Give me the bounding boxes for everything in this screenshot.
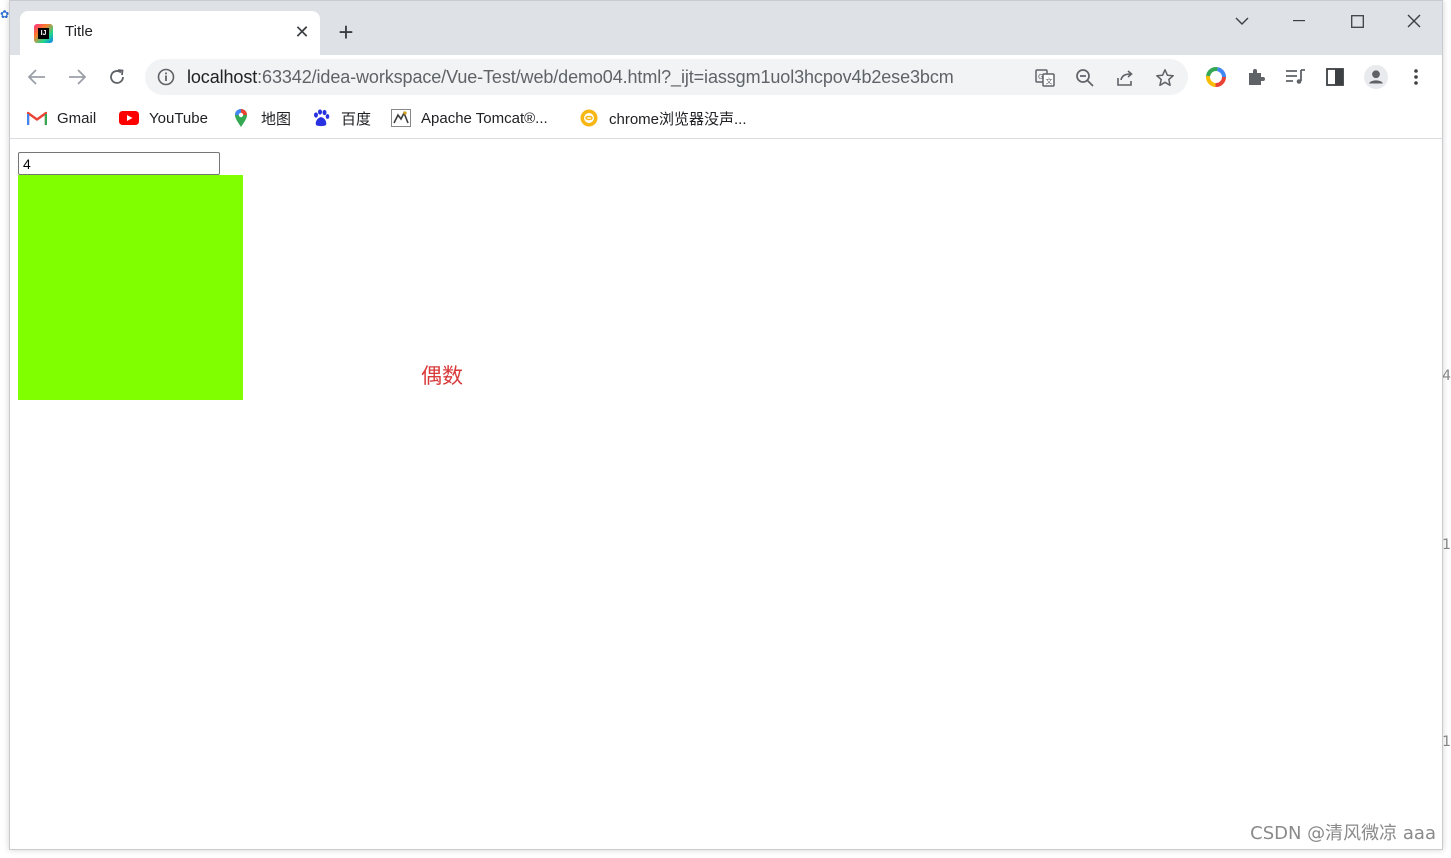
tab-active[interactable]: IJ Title ✕ [20,11,320,55]
bookmark-maps[interactable]: 地图 [231,107,291,129]
tab-search-button[interactable] [1222,7,1262,35]
maps-icon [231,108,251,128]
csdn-watermark: CSDN @清风微凉 aaa [1250,823,1436,844]
new-tab-button[interactable]: + [332,19,360,47]
address-bar[interactable]: localhost:63342/idea-workspace/Vue-Test/… [145,59,1188,95]
parity-label: 偶数 [421,364,463,388]
url-path: :63342/idea-workspace/Vue-Test/web/demo0… [257,67,954,87]
minimize-button[interactable] [1279,7,1319,35]
tab-title: Title [65,23,93,40]
bookmark-youtube[interactable]: YouTube [119,107,208,129]
maximize-icon [1350,14,1364,28]
maximize-button[interactable] [1337,7,1377,35]
color-box [18,175,243,400]
tab-strip: IJ Title ✕ + [10,1,1442,55]
extensions-puzzle-icon[interactable] [1244,65,1268,89]
side-panel-icon[interactable] [1323,65,1347,89]
close-icon [1407,14,1421,28]
close-window-button[interactable] [1394,7,1434,35]
youtube-icon [119,108,139,128]
media-control-icon[interactable] [1283,65,1307,89]
number-input[interactable] [18,152,220,175]
intellij-favicon-icon: IJ [34,24,53,43]
back-button[interactable] [22,62,52,92]
chrome-help-icon [579,108,599,128]
reload-icon [110,69,124,84]
url-text[interactable]: localhost:63342/idea-workspace/Vue-Test/… [187,67,954,88]
share-icon[interactable] [1114,67,1136,89]
bookmark-label: YouTube [149,109,208,127]
google-extension-icon[interactable] [1204,65,1228,89]
bookmark-tomcat[interactable]: Apache Tomcat®... [391,107,548,129]
minimize-icon [1293,20,1305,22]
tomcat-icon [391,108,411,128]
bookmark-label: chrome浏览器没声... [609,110,747,128]
bookmark-label: Apache Tomcat®... [421,109,548,127]
baidu-icon: ✿ [0,9,9,21]
bookmark-label: 地图 [261,110,292,128]
chevron-down-icon [1235,17,1249,25]
back-arrow-icon [28,69,45,85]
bookmark-label: Gmail [57,109,97,127]
profile-avatar-icon[interactable] [1364,65,1388,89]
bookmark-chrome-help[interactable]: chrome浏览器没声... [579,107,747,129]
forward-arrow-icon [69,69,86,85]
bookmark-label: 百度 [341,110,372,128]
bookmark-gmail[interactable]: Gmail [27,107,96,129]
tab-close-icon[interactable]: ✕ [292,22,312,42]
baidu-icon [311,108,331,128]
reload-button[interactable] [102,62,132,92]
url-host: localhost [187,67,258,87]
zoom-out-icon[interactable] [1074,67,1096,89]
more-menu-icon[interactable] [1404,65,1428,89]
bookmark-star-icon[interactable] [1154,67,1176,89]
page-content: 偶数 CSDN @清风微凉 aaa [10,140,1442,849]
bookmarks-bar: Gmail YouTube 地图 百度 Apache Tomcat®... ch… [10,99,1442,139]
forward-button[interactable] [62,62,92,92]
gmail-icon [27,108,47,128]
bookmark-baidu[interactable]: 百度 [311,107,371,129]
browser-window: IJ Title ✕ + localhost:63342/idea-worksp… [9,0,1443,850]
site-info-icon[interactable] [157,68,175,86]
svg-text:G: G [1038,73,1043,81]
toolbar: localhost:63342/idea-workspace/Vue-Test/… [10,55,1442,99]
svg-text:文: 文 [1046,77,1053,86]
translate-icon[interactable]: G文 [1034,67,1056,89]
